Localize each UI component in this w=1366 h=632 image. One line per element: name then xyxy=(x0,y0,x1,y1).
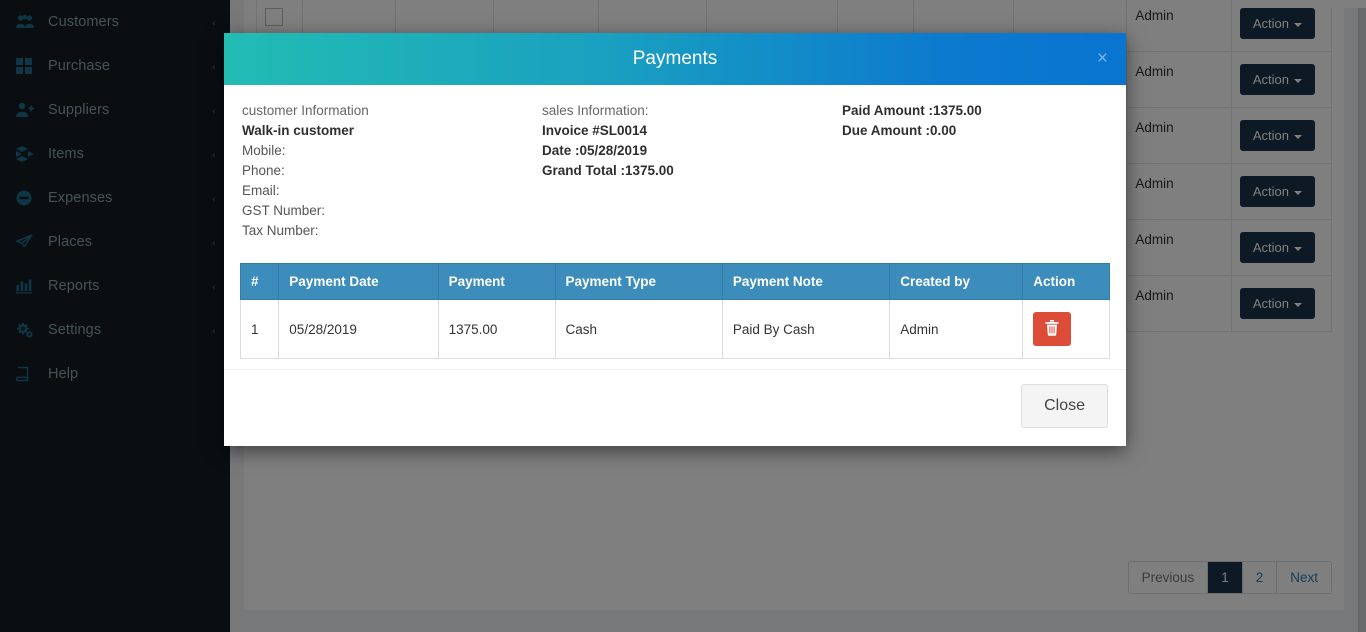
modal-title: Payments xyxy=(633,48,717,70)
payment-amount: 1375.00 xyxy=(438,300,555,359)
close-icon[interactable]: × xyxy=(1097,49,1108,68)
info-grid: customer Information Walk-in customer Mo… xyxy=(240,101,1110,245)
customer-gst-number: GST Number: xyxy=(242,201,542,221)
payment-created-by: Admin xyxy=(890,300,1023,359)
modal-footer: Close xyxy=(224,369,1126,446)
payment-index: 1 xyxy=(241,300,279,359)
payments-col-payment: Payment xyxy=(438,264,555,300)
customer-phone: Phone: xyxy=(242,161,542,181)
due-amount: Due Amount :0.00 xyxy=(842,123,956,138)
customer-email: Email: xyxy=(242,181,542,201)
sales-grand-total: Grand Total :1375.00 xyxy=(542,163,674,178)
close-button[interactable]: Close xyxy=(1021,384,1108,428)
customer-tax-number: Tax Number: xyxy=(242,221,542,241)
payment-type: Cash xyxy=(555,300,722,359)
payments-table-body: 1 05/28/2019 1375.00 Cash Paid By Cash A… xyxy=(241,300,1110,359)
payments-col-date: Payment Date xyxy=(279,264,438,300)
trash-icon xyxy=(1045,320,1059,339)
amount-summary: Paid Amount :1375.00 Due Amount :0.00 xyxy=(842,101,1102,241)
payments-table-header-row: # Payment Date Payment Payment Type Paym… xyxy=(241,264,1110,300)
sales-invoice: Invoice #SL0014 xyxy=(542,123,647,138)
delete-payment-button[interactable] xyxy=(1033,312,1071,346)
sales-date: Date :05/28/2019 xyxy=(542,143,647,158)
payments-table: # Payment Date Payment Payment Type Paym… xyxy=(240,263,1110,359)
payments-col-created-by: Created by xyxy=(890,264,1023,300)
payments-col-action: Action xyxy=(1023,264,1110,300)
customer-mobile: Mobile: xyxy=(242,141,542,161)
sales-information-heading: sales Information: xyxy=(542,101,842,121)
sales-information: sales Information: Invoice #SL0014 Date … xyxy=(542,101,842,241)
payment-action-cell[interactable] xyxy=(1023,300,1110,359)
customer-information-heading: customer Information xyxy=(242,101,542,121)
payments-modal: Payments × customer Information Walk-in … xyxy=(224,33,1126,446)
table-row: 1 05/28/2019 1375.00 Cash Paid By Cash A… xyxy=(241,300,1110,359)
modal-header: Payments × xyxy=(224,33,1126,85)
payments-col-type: Payment Type xyxy=(555,264,722,300)
payment-date: 05/28/2019 xyxy=(279,300,438,359)
customer-information: customer Information Walk-in customer Mo… xyxy=(242,101,542,241)
paid-amount: Paid Amount :1375.00 xyxy=(842,103,982,118)
payments-col-note: Payment Note xyxy=(722,264,889,300)
customer-name: Walk-in customer xyxy=(242,123,354,138)
app-root: Sales Sales Sales Reference ⌃ Customer P… xyxy=(0,0,1366,632)
payments-col-index: # xyxy=(241,264,279,300)
payments-table-head: # Payment Date Payment Payment Type Paym… xyxy=(241,264,1110,300)
modal-body: customer Information Walk-in customer Mo… xyxy=(224,85,1126,369)
payment-note: Paid By Cash xyxy=(722,300,889,359)
